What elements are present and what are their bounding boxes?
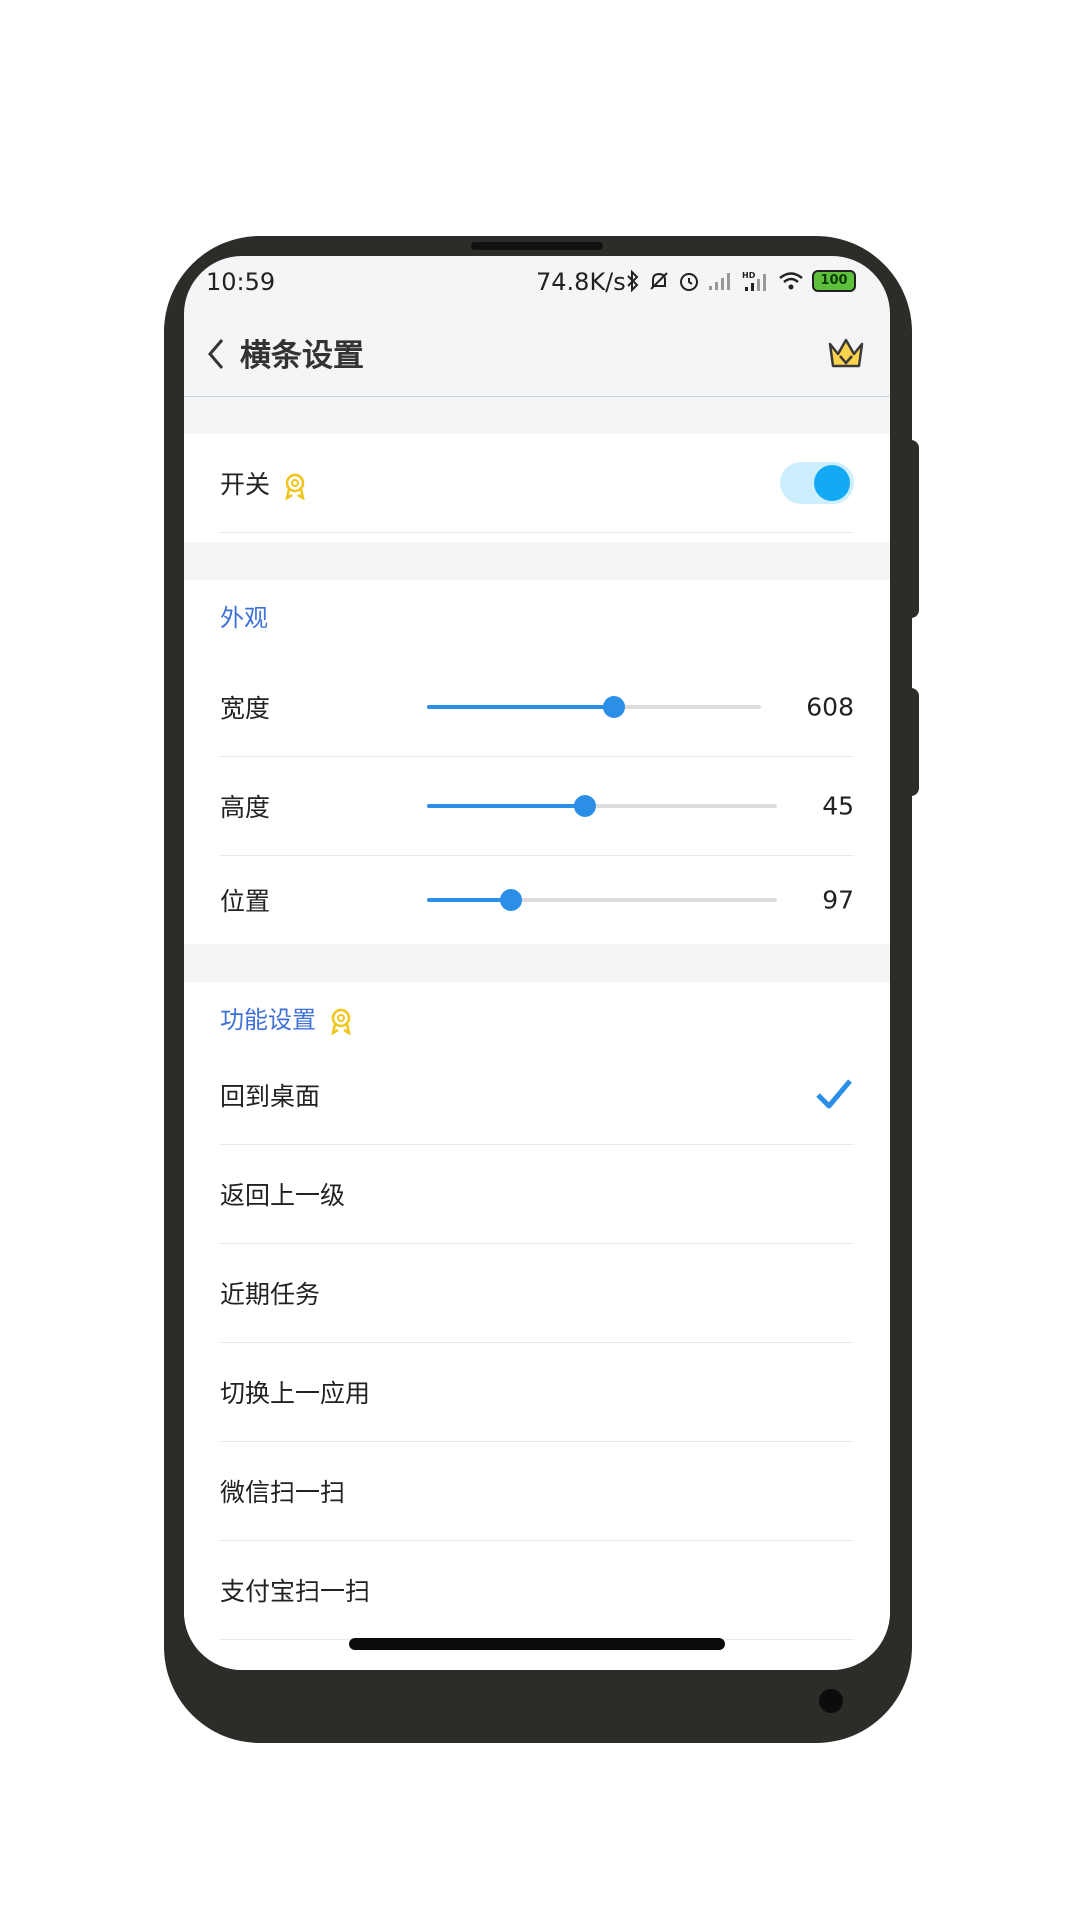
alarm-icon [680,273,698,291]
functions-card: 功能设置 回到桌面 返回上一级 近期任务 切换上一应用 微信扫一扫 支付宝扫一扫 [184,982,890,1670]
function-label: 微信扫一扫 [220,1478,346,1507]
status-time: 10:59 [206,268,276,296]
earpiece-speaker [471,242,603,250]
appearance-card: 外观 宽度 608 高度 45 位置 97 [184,580,890,944]
wifi-icon [779,272,803,290]
section-title-text: 功能设置 [220,1006,316,1034]
signal-icon [709,273,730,290]
app-header: 横条设置 [184,308,890,397]
switch-label: 开关 [220,465,308,501]
phone-screen: 10:59 74.8K/s HD 100 横条设置 开关 外观 宽度 608 高… [184,256,890,1670]
svg-text:HD: HD [742,271,756,280]
volume-button [905,440,919,618]
checkmark-icon [816,1079,852,1109]
slider-row-width: 宽度 608 [220,658,854,757]
mute-icon [650,272,668,290]
slider-row-height: 高度 45 [220,757,854,856]
switch-toggle[interactable] [780,462,854,504]
award-badge-icon [285,473,305,500]
battery-indicator: 100 [812,270,856,292]
toggle-knob [814,465,850,501]
slider-label: 位置 [220,887,271,916]
function-item-recents[interactable]: 近期任务 [220,1244,854,1343]
slider-value: 97 [822,885,854,915]
slider-label: 宽度 [220,694,271,723]
bluetooth-icon [627,270,639,292]
position-slider[interactable] [427,888,777,912]
function-item-back[interactable]: 返回上一级 [220,1145,854,1244]
function-label: 支付宝扫一扫 [220,1577,371,1606]
phone-camera [819,1689,843,1713]
slider-thumb[interactable] [500,889,522,911]
function-label: 回到桌面 [220,1082,321,1111]
crown-icon[interactable] [826,332,866,372]
power-button [905,688,919,796]
page-title: 横条设置 [240,338,364,374]
height-slider[interactable] [427,794,777,818]
slider-label: 高度 [220,793,271,822]
slider-fill [427,804,585,808]
slider-value: 45 [822,791,854,821]
section-title-functions: 功能设置 [220,1000,354,1035]
function-item-home[interactable]: 回到桌面 [220,1046,854,1145]
switch-card: 开关 [184,434,890,542]
function-item-alipay-scan[interactable]: 支付宝扫一扫 [220,1541,854,1640]
slider-fill [427,705,615,709]
switch-label-text: 开关 [220,470,271,499]
switch-row[interactable]: 开关 [220,434,854,533]
slider-thumb[interactable] [573,795,596,817]
award-badge-icon [331,1008,351,1035]
status-bar: 10:59 74.8K/s HD 100 [184,256,890,308]
function-label: 近期任务 [220,1280,321,1309]
slider-fill [427,898,511,902]
slider-value: 608 [806,692,854,722]
width-slider[interactable] [427,695,761,719]
function-label: 返回上一级 [220,1181,346,1210]
hd-signal-icon: HD [742,271,766,291]
slider-row-position: 位置 97 [220,856,854,944]
function-item-switch-app[interactable]: 切换上一应用 [220,1343,854,1442]
chevron-left-icon[interactable] [204,336,228,372]
function-label: 切换上一应用 [220,1379,371,1408]
slider-thumb[interactable] [603,696,626,718]
section-title-appearance: 外观 [220,604,268,632]
function-item-wechat-scan[interactable]: 微信扫一扫 [220,1442,854,1541]
home-indicator[interactable] [349,1638,725,1650]
status-icons: HD 100 [626,270,856,292]
network-speed: 74.8K/s [536,268,626,296]
